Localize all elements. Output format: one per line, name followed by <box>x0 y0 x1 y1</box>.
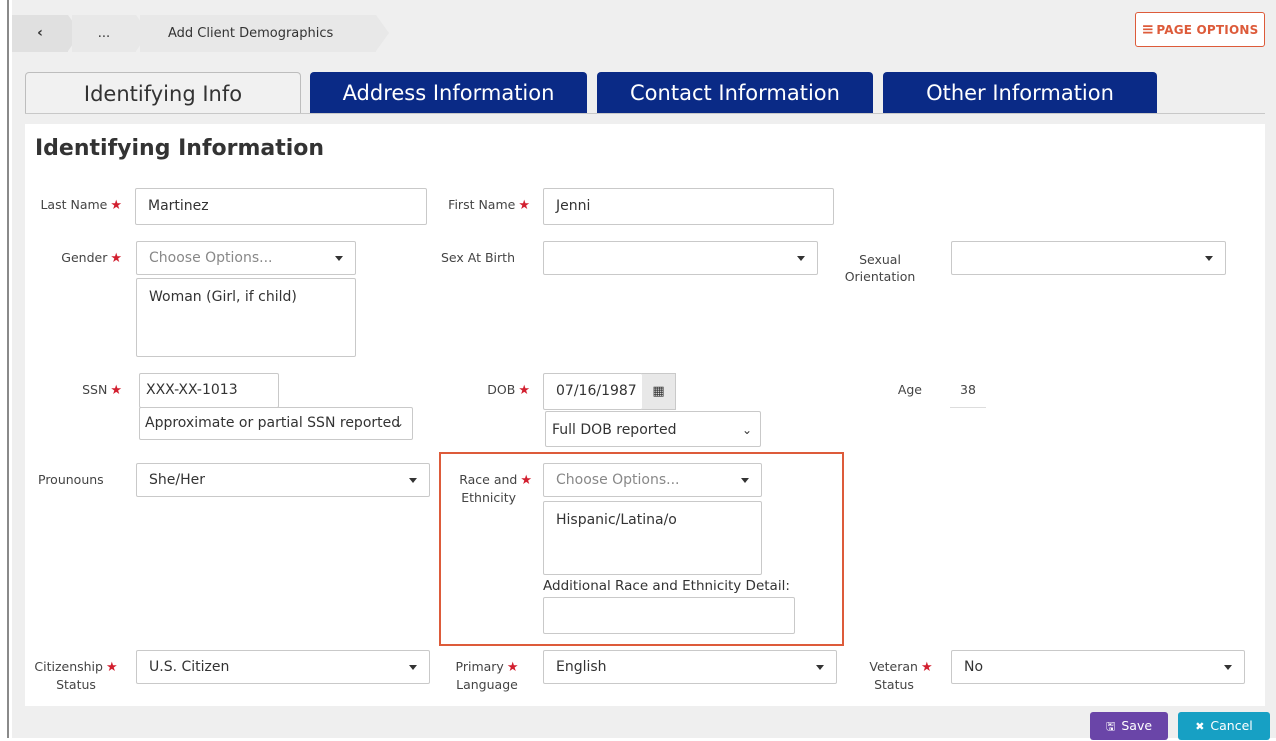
age-value: 38 <box>960 382 976 397</box>
caret-down-icon <box>741 478 749 483</box>
chevron-down-icon: ⌄ <box>741 423 752 437</box>
gender-label: Gender ★ <box>61 250 122 266</box>
dob-label: DOB ★ <box>487 382 530 398</box>
race-detail-input[interactable] <box>543 597 795 634</box>
breadcrumb-ellipsis[interactable]: ... <box>72 15 149 52</box>
caret-down-icon <box>1224 665 1232 670</box>
ssn-label: SSN ★ <box>82 382 122 398</box>
citizenship-status-value: U.S. Citizen <box>149 659 230 675</box>
primary-language-value: English <box>556 659 607 675</box>
window-left-border <box>7 0 9 738</box>
breadcrumb-current: Add Client Demographics <box>140 15 389 52</box>
breadcrumb-back[interactable]: ‹ <box>12 15 81 52</box>
sex-at-birth-label: Sex At Birth <box>441 250 515 265</box>
breadcrumb-ellipsis-label: ... <box>97 26 111 41</box>
section-title: Identifying Information <box>35 136 325 161</box>
primary-language-select[interactable]: English <box>543 650 837 684</box>
app-window: ‹ ... Add Client Demographics ≡ PAGE OPTI… <box>0 0 1276 740</box>
calendar-icon[interactable]: ▦ <box>642 373 676 410</box>
required-star-icon: ★ <box>518 198 530 213</box>
dob-quality-value: Full DOB reported <box>552 422 677 438</box>
breadcrumb-current-label: Add Client Demographics <box>168 26 334 41</box>
primary-language-label: Primary ★ Language <box>455 659 519 692</box>
gender-selected-list[interactable]: Woman (Girl, if child) <box>136 278 356 357</box>
page-options-button[interactable]: ≡ PAGE OPTIONS <box>1135 12 1265 47</box>
veteran-status-select[interactable]: No <box>951 650 1245 684</box>
ssn-quality-select[interactable]: Approximate or partial SSN reported ⌄ <box>139 407 413 440</box>
required-star-icon: ★ <box>110 383 122 398</box>
ssn-input[interactable]: XXX-XX-1013 <box>139 373 279 408</box>
chevron-down-icon: ⌄ <box>393 416 404 430</box>
chevron-left-icon: ‹ <box>37 25 43 41</box>
caret-down-icon <box>335 256 343 261</box>
required-star-icon: ★ <box>506 660 519 675</box>
race-ethnicity-select[interactable]: Choose Options... <box>543 463 762 497</box>
required-star-icon: ★ <box>110 198 122 213</box>
pronouns-label: Prounouns <box>38 472 104 487</box>
dob-quality-select[interactable]: Full DOB reported ⌄ <box>545 411 761 447</box>
sex-at-birth-select[interactable] <box>543 241 818 275</box>
pronouns-value: She/Her <box>149 472 205 488</box>
gender-select[interactable]: Choose Options... <box>136 241 356 275</box>
hamburger-menu-icon: ≡ <box>1141 20 1155 38</box>
age-underline <box>950 407 986 408</box>
page-options-label: PAGE OPTIONS <box>1156 23 1259 37</box>
sexual-orientation-select[interactable] <box>951 241 1226 275</box>
first-name-label: First Name ★ <box>448 197 530 213</box>
floppy-disk-icon: 🖫 <box>1105 720 1116 733</box>
cancel-button[interactable]: ✖ Cancel <box>1178 712 1270 740</box>
required-star-icon: ★ <box>105 660 118 675</box>
caret-down-icon <box>409 665 417 670</box>
last-name-input[interactable]: Martinez <box>135 188 427 225</box>
veteran-status-value: No <box>964 659 984 675</box>
tab-identifying-info[interactable]: Identifying Info <box>25 72 301 114</box>
ssn-quality-value: Approximate or partial SSN reported <box>145 415 401 431</box>
caret-down-icon <box>1205 256 1213 261</box>
save-button[interactable]: 🖫 Save <box>1090 712 1168 740</box>
race-ethnicity-placeholder: Choose Options... <box>556 472 680 488</box>
required-star-icon: ★ <box>518 383 530 398</box>
race-ethnicity-label: Race and ★ Ethnicity <box>459 472 532 505</box>
age-label: Age <box>897 382 922 397</box>
citizenship-status-label: Citizenship ★ Status <box>34 659 118 692</box>
tab-other-information[interactable]: Other Information <box>883 72 1157 114</box>
caret-down-icon <box>409 478 417 483</box>
required-star-icon: ★ <box>520 473 532 488</box>
pronouns-select[interactable]: She/Her <box>136 463 430 497</box>
required-star-icon: ★ <box>920 660 933 675</box>
close-circle-icon: ✖ <box>1195 720 1205 733</box>
race-ethnicity-selected-list[interactable]: Hispanic/Latina/o <box>543 501 762 575</box>
sexual-orientation-label: Sexual Orientation <box>844 252 916 284</box>
citizenship-status-select[interactable]: U.S. Citizen <box>136 650 430 684</box>
caret-down-icon <box>816 665 824 670</box>
tab-bar-divider <box>25 113 1265 114</box>
cancel-button-label: Cancel <box>1210 718 1253 733</box>
caret-down-icon <box>797 256 805 261</box>
veteran-status-label: Veteran ★ Status <box>869 659 933 692</box>
gender-select-placeholder: Choose Options... <box>149 250 273 266</box>
save-button-label: Save <box>1121 718 1153 733</box>
gender-selected-item: Woman (Girl, if child) <box>149 289 297 305</box>
required-star-icon: ★ <box>110 251 122 266</box>
first-name-input[interactable]: Jenni <box>543 188 834 225</box>
race-ethnicity-selected-item: Hispanic/Latina/o <box>556 512 677 528</box>
tab-address-information[interactable]: Address Information <box>310 72 587 114</box>
dob-input[interactable]: 07/16/1987 <box>543 373 643 410</box>
tab-contact-information[interactable]: Contact Information <box>597 72 873 114</box>
last-name-label: Last Name ★ <box>40 197 122 213</box>
race-detail-label: Additional Race and Ethnicity Detail: <box>543 578 790 594</box>
